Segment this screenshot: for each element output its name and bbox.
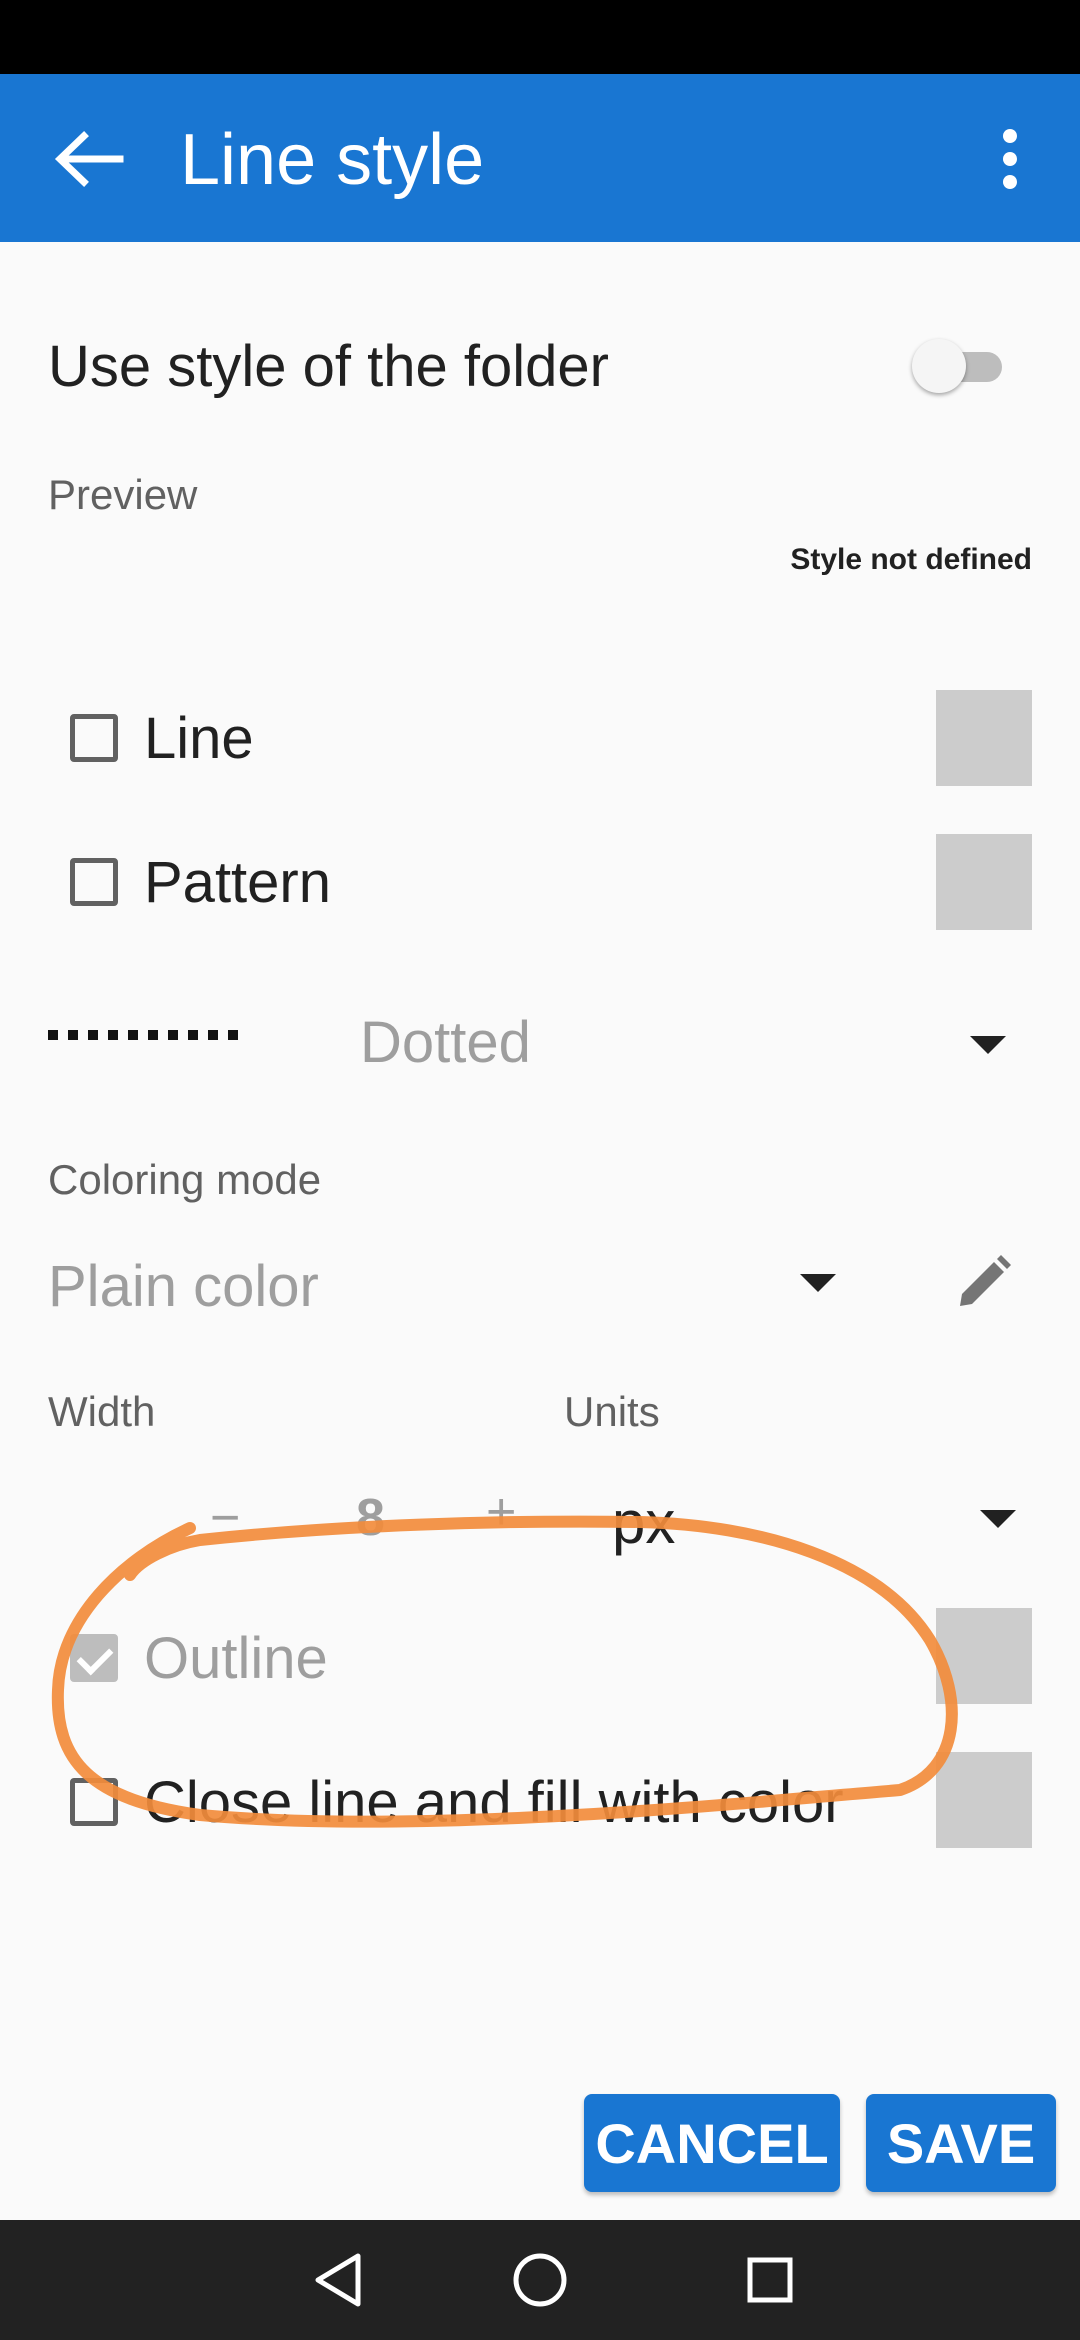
overflow-menu-button[interactable] <box>970 104 1050 214</box>
preview-status: Style not defined <box>790 543 1032 576</box>
app-bar <box>0 74 1080 242</box>
nav-recents-icon[interactable] <box>730 2240 810 2320</box>
coloring-mode-label: Coloring mode <box>48 1156 322 1203</box>
units-label: Units <box>564 1388 660 1435</box>
edit-pencil-icon[interactable] <box>950 1250 1016 1316</box>
arrow-back-icon <box>54 131 124 187</box>
fill-color-swatch[interactable] <box>936 1752 1032 1848</box>
page-title: Line style <box>180 120 485 200</box>
nav-home-icon[interactable] <box>500 2240 580 2320</box>
cancel-button[interactable]: CANCEL <box>584 2094 840 2192</box>
outline-label: Outline <box>144 1626 328 1691</box>
chevron-down-icon[interactable] <box>800 1274 836 1292</box>
width-decrement-button[interactable]: − <box>210 1488 240 1548</box>
width-value[interactable]: 8 <box>356 1488 385 1548</box>
back-button[interactable] <box>40 104 136 214</box>
line-checkbox[interactable] <box>70 714 118 762</box>
preview-label: Preview <box>48 471 198 518</box>
line-type-dropdown[interactable]: Dotted <box>360 1006 531 1080</box>
width-increment-button[interactable]: + <box>486 1482 516 1542</box>
more-vert-icon <box>1003 129 1017 189</box>
width-label: Width <box>48 1388 156 1435</box>
nav-back-icon[interactable] <box>300 2240 380 2320</box>
save-button[interactable]: SAVE <box>866 2094 1056 2192</box>
chevron-down-icon[interactable] <box>970 1036 1006 1054</box>
pattern-color-swatch[interactable] <box>936 834 1032 930</box>
use-folder-style-toggle[interactable] <box>912 336 1012 396</box>
line-color-swatch[interactable] <box>936 690 1032 786</box>
line-label: Line <box>144 706 254 771</box>
units-dropdown[interactable]: px <box>612 1488 675 1558</box>
outline-color-swatch[interactable] <box>936 1608 1032 1704</box>
outline-checkbox[interactable] <box>70 1634 118 1682</box>
chevron-down-icon[interactable] <box>980 1510 1016 1528</box>
pattern-label: Pattern <box>144 850 331 915</box>
coloring-mode-dropdown[interactable]: Plain color <box>48 1252 319 1322</box>
close-fill-label: Close line and fill with color <box>144 1770 844 1835</box>
use-folder-style-label: Use style of the folder <box>48 334 609 399</box>
close-fill-checkbox[interactable] <box>70 1778 118 1826</box>
pattern-checkbox[interactable] <box>70 858 118 906</box>
status-bar <box>0 0 1080 74</box>
dotted-line-preview <box>48 1030 258 1044</box>
